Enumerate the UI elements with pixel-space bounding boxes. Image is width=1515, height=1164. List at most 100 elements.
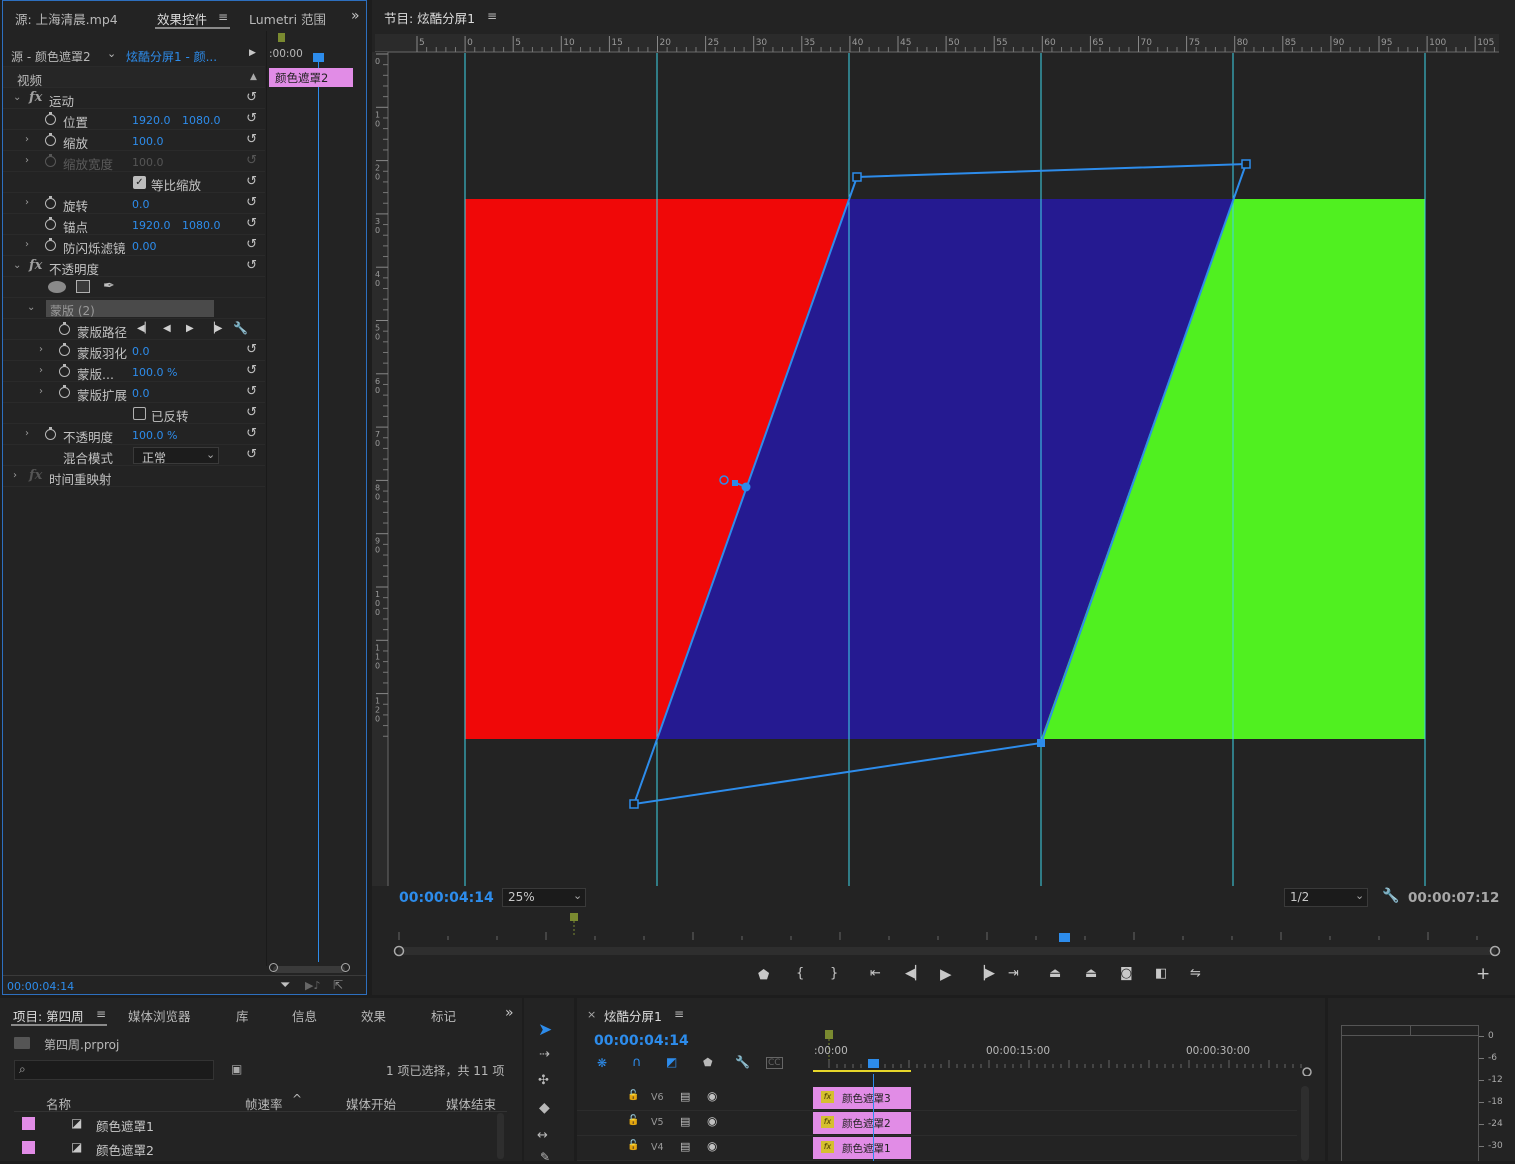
close-icon[interactable]: × [587, 1008, 596, 1021]
reset-icon[interactable]: ↺ [246, 258, 257, 273]
panel-menu-icon[interactable]: ≡ [487, 9, 497, 23]
add-marker-icon[interactable]: ⬟ [758, 968, 769, 983]
tab-lumetri[interactable]: Lumetri 范围 [249, 9, 326, 28]
effects-timecode[interactable]: 00:00:04:14 [7, 980, 74, 993]
stopwatch-icon[interactable] [59, 343, 70, 356]
uniform-scale-checkbox[interactable]: ✓ [133, 176, 146, 189]
track-forward-icon[interactable]: ▕▶ [207, 323, 222, 334]
program-canvas[interactable]: 5 0 5 10 15 20 25 30 35 40 45 50 55 60 65 70 75 80 85 90 95 1… [372, 34, 1502, 886]
stopwatch-icon[interactable] [45, 427, 56, 440]
export-icon[interactable]: ⇱ [333, 978, 343, 992]
chevron-right-icon[interactable]: › [13, 470, 17, 481]
sync-lock-icon[interactable]: ▤ [680, 1140, 690, 1153]
rectangle-mask-icon[interactable] [76, 280, 90, 293]
zoom-select[interactable]: 25% ⌄ [502, 888, 586, 907]
timeline-timecode[interactable]: 00:00:04:14 [594, 1033, 689, 1049]
reset-icon[interactable]: ↺ [246, 90, 257, 105]
resolution-select[interactable]: 1/2 ⌄ [1284, 888, 1368, 907]
opacity-value[interactable]: 100.0 % [132, 429, 177, 442]
time-remap-row[interactable]: › fx 时间重映射 [3, 466, 265, 487]
mask-header-row[interactable]: ⌄ 蒙版 (2) [3, 298, 265, 319]
reset-icon[interactable]: ↺ [246, 174, 257, 189]
tab-project-2[interactable]: 库 [236, 1006, 249, 1025]
tab-project-1[interactable]: 媒体浏览器 [128, 1006, 191, 1025]
chevron-down-icon[interactable]: ⌄ [27, 302, 35, 313]
scrollbar[interactable] [497, 1113, 504, 1159]
go-to-out-icon[interactable]: ⇥ [1008, 966, 1019, 981]
chevron-right-icon[interactable]: › [25, 134, 29, 145]
mark-in-icon[interactable]: { [796, 966, 804, 981]
chevron-right-icon[interactable]: › [25, 197, 29, 208]
reset-icon[interactable]: ↺ [246, 426, 257, 441]
selection-tool-icon[interactable]: ➤ [538, 1020, 552, 1040]
stopwatch-icon[interactable] [45, 133, 56, 146]
stopwatch-icon[interactable] [59, 364, 70, 377]
sequence-clip-link[interactable]: 炫酷分屏1 - 颜... [126, 48, 217, 65]
mask-expansion-value[interactable]: 0.0 [132, 387, 150, 400]
playhead-handle[interactable] [313, 53, 324, 62]
reset-icon[interactable]: ↺ [246, 216, 257, 231]
chevron-down-icon[interactable]: ⌄ [107, 47, 116, 60]
comparison-view-icon[interactable]: ◧ [1155, 966, 1167, 981]
chevron-down-icon[interactable]: ⌄ [13, 92, 21, 103]
chevron-right-icon[interactable]: › [39, 365, 43, 376]
scroll-handle-left[interactable] [269, 963, 278, 972]
stopwatch-icon[interactable] [45, 112, 56, 125]
list-item[interactable]: ◪ 颜色遮罩1 [14, 1113, 494, 1136]
tab-project-4[interactable]: 效果 [361, 1006, 386, 1025]
chevron-down-icon[interactable]: ⌄ [13, 260, 21, 271]
chevron-right-icon[interactable]: › [39, 344, 43, 355]
reset-icon[interactable]: ↺ [246, 132, 257, 147]
step-back-icon[interactable]: ◀▏ [905, 966, 925, 981]
antiflicker-value[interactable]: 0.00 [132, 240, 157, 253]
ripple-edit-tool-icon[interactable]: ✣ [538, 1073, 549, 1088]
step-backward-icon[interactable]: ◀ [163, 323, 171, 334]
chevron-right-icon[interactable]: › [25, 239, 29, 250]
fx-icon[interactable]: fx [29, 258, 42, 273]
pen-mask-icon[interactable]: ✒ [103, 278, 115, 294]
timeline-clip[interactable]: fx 颜色遮罩1 [813, 1137, 911, 1159]
mask-opacity-value[interactable]: 100.0 % [132, 366, 177, 379]
stopwatch-icon[interactable] [59, 322, 70, 335]
scale-value[interactable]: 100.0 [132, 135, 164, 148]
slip-tool-icon[interactable]: ↔ [537, 1128, 548, 1143]
mask-vertex[interactable] [852, 172, 862, 182]
lock-icon[interactable]: 🔓 [627, 1140, 639, 1151]
eye-icon[interactable]: ◉ [707, 1089, 717, 1103]
mask-vertex[interactable] [1241, 159, 1251, 169]
settings-wrench-icon[interactable]: 🔧 [735, 1055, 750, 1069]
stopwatch-icon[interactable] [45, 196, 56, 209]
blend-mode-select[interactable]: 正常 ⌄ [133, 447, 219, 465]
chevron-right-icon[interactable]: › [39, 386, 43, 397]
anchor-y-value[interactable]: 1080.0 [182, 219, 221, 232]
panel-menu-icon[interactable]: ≡ [674, 1007, 684, 1021]
track-backward-icon[interactable]: ◀▏ [137, 323, 152, 334]
filter-icon[interactable]: ⏷ [280, 978, 290, 993]
reset-icon[interactable]: ↺ [246, 195, 257, 210]
column-media-end[interactable]: 媒体结束 [446, 1094, 496, 1113]
add-button-icon[interactable]: + [1476, 964, 1490, 984]
sort-ascending-icon[interactable]: ^ [292, 1092, 302, 1106]
program-title[interactable]: 节目: 炫酷分屏1 [384, 8, 475, 27]
track-select-tool-icon[interactable]: ⇢ [539, 1047, 550, 1062]
position-x-value[interactable]: 1920.0 [132, 114, 171, 127]
reset-icon[interactable]: ↺ [246, 363, 257, 378]
add-marker-icon[interactable]: ⬟ [703, 1056, 713, 1069]
reset-icon[interactable]: ↺ [246, 237, 257, 252]
motion-row[interactable]: ⌄ fx 运动 ↺ [3, 88, 265, 109]
panel-menu-icon[interactable]: ≡ [218, 10, 228, 24]
nest-sequence-icon[interactable]: ❋ [597, 1056, 607, 1070]
wrench-icon[interactable]: 🔧 [233, 321, 248, 335]
panel-menu-icon[interactable]: ≡ [96, 1007, 106, 1021]
column-media-start[interactable]: 媒体开始 [346, 1094, 396, 1113]
reset-icon[interactable]: ↺ [246, 384, 257, 399]
razor-tool-icon[interactable]: ◆ [539, 1100, 550, 1116]
chevron-right-icon[interactable]: › [25, 428, 29, 439]
anchor-x-value[interactable]: 1920.0 [132, 219, 171, 232]
reset-icon[interactable]: ↺ [246, 342, 257, 357]
fx-icon[interactable]: fx [29, 90, 42, 105]
scroll-handle-right[interactable] [341, 963, 350, 972]
captions-icon[interactable]: CC [766, 1057, 783, 1069]
tab-project-3[interactable]: 信息 [292, 1006, 317, 1025]
new-search-bin-icon[interactable]: ▣ [231, 1062, 242, 1076]
